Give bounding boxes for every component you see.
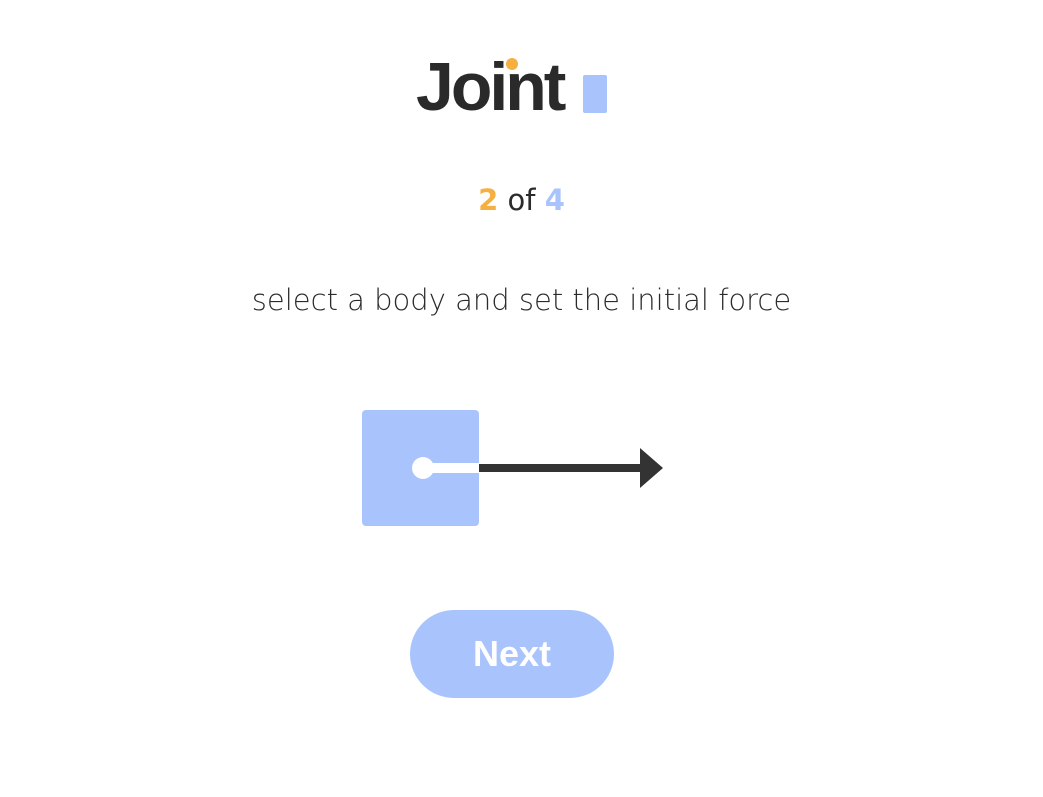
force-arrow-shaft [479,464,645,472]
next-button[interactable]: Next [410,610,614,698]
app-logo: Joint [416,49,616,125]
instruction-text: select a body and set the initial force [251,283,792,317]
step-separator: of [507,183,536,217]
joint-point [412,457,434,479]
body-with-force-arrow-icon [355,400,675,540]
force-arrow-head [640,448,663,488]
step-total: 4 [544,183,565,217]
logo-dot-icon [506,58,518,70]
logo-square-icon [583,75,607,113]
step-counter: 2 of 4 [0,180,1043,220]
logo-text: Joint [416,49,566,125]
step-current: 2 [478,183,499,217]
